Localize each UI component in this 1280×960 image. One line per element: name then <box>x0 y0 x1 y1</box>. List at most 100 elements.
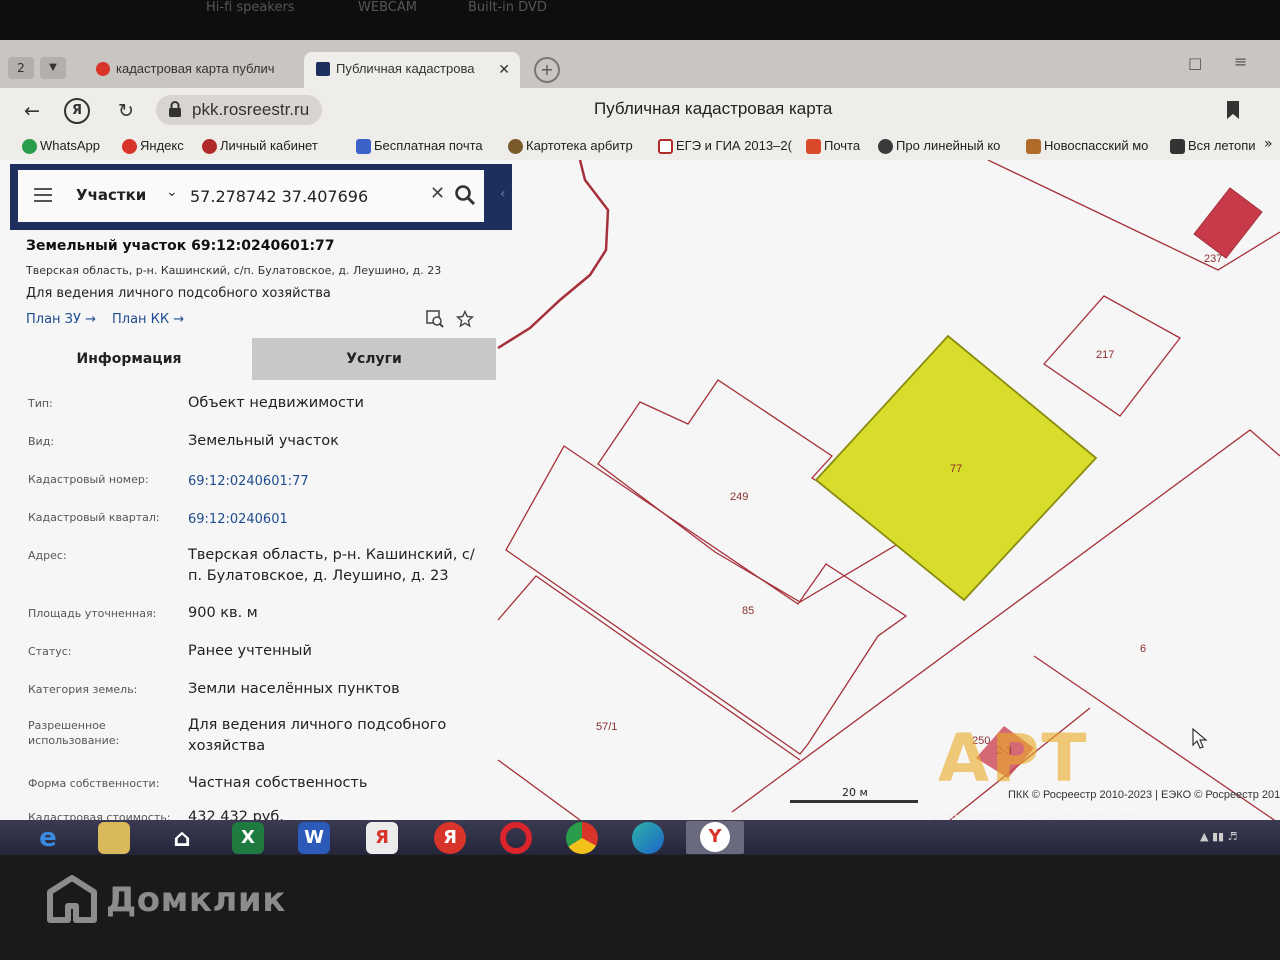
parcel-label: 6 <box>1140 643 1146 655</box>
bookmarks-bar: WhatsApp Яндекс Личный кабинет Бесплатна… <box>0 134 1280 160</box>
bookmark-kartoteka[interactable]: Картотека арбитр <box>506 138 633 154</box>
pkk-favicon-icon <box>316 62 330 76</box>
parcel-title: Земельный участок 69:12:0240601:77 <box>26 238 335 254</box>
osd-item: Hi-fi speakers <box>206 0 295 15</box>
search-input[interactable] <box>190 178 420 214</box>
watermark-logo: АРТ <box>938 720 1089 797</box>
parcel-label: 217 <box>1096 349 1114 361</box>
photo-frame: Hi-fi speakers WEBCAM Built-in DVD 2 ▼ к… <box>0 0 1280 960</box>
bookmark-whatsapp[interactable]: WhatsApp <box>20 138 100 154</box>
more-bookmarks-icon[interactable]: » <box>1264 136 1273 152</box>
close-icon[interactable]: ✕ <box>498 52 510 86</box>
row-value: Земли населённых пунктов <box>188 681 400 697</box>
tab-bar: 2 ▼ кадастровая карта публич Публичная к… <box>0 40 1280 88</box>
osd-item: WEBCAM <box>358 0 417 15</box>
tab-counter[interactable]: 2 <box>8 57 34 79</box>
search-box-inner: Участки ⌄ ✕ <box>18 170 484 222</box>
yandex-browser-task[interactable]: Y <box>686 821 744 854</box>
bookmark-novospassky[interactable]: Новоспасский мо <box>1024 138 1148 154</box>
cadastral-quarter-link[interactable]: 69:12:0240601 <box>188 509 488 530</box>
mail-icon <box>806 139 821 154</box>
star-icon[interactable] <box>456 310 474 328</box>
art-watermark: АРТ <box>930 720 1130 820</box>
tab-pkk[interactable]: Публичная кадастрова ✕ <box>304 52 520 88</box>
chrome-icon[interactable] <box>566 822 598 854</box>
opera-icon[interactable] <box>500 822 532 854</box>
scale-bar <box>790 800 918 803</box>
panel-tabs: Информация Услуги <box>6 338 496 380</box>
explorer-icon[interactable] <box>98 822 130 854</box>
plan-kk-link[interactable]: План КК → <box>112 312 184 327</box>
tab-label: кадастровая карта публич <box>116 61 275 76</box>
row-value: Ранее учтенный <box>188 643 312 659</box>
zoom-to-icon[interactable] <box>426 310 444 328</box>
row-label: Площадь уточненная: <box>28 607 157 620</box>
bookmark-mail-free[interactable]: Бесплатная почта <box>354 138 483 154</box>
watermark-subtitle: АГЕНТСТВО НЕДВИЖИМОСТИ АРТ <box>932 812 1135 820</box>
domclick-text: Домклик <box>106 880 286 920</box>
row-value: Объект недвижимости <box>188 395 364 411</box>
bookmark-letopis[interactable]: Вся летопи <box>1168 138 1256 154</box>
url-field[interactable]: pkk.rosreestr.ru <box>156 95 322 125</box>
row-value: Земельный участок <box>188 433 339 449</box>
collapse-panel-icon[interactable]: ‹ <box>500 186 506 202</box>
new-tab-button[interactable]: + <box>534 57 560 83</box>
parcel-label: 77 <box>950 463 962 475</box>
yandex-red-icon[interactable]: Я <box>434 822 466 854</box>
cabinet-icon <box>202 139 217 154</box>
bookmark-pochta[interactable]: Почта <box>804 138 860 154</box>
menu-icon[interactable]: ≡ <box>1234 52 1247 71</box>
parcel-label: 249 <box>730 491 748 503</box>
bookmark-icon[interactable] <box>1226 100 1240 120</box>
user-icon <box>878 139 893 154</box>
row-label: Кадастровый номер: <box>28 473 149 486</box>
scale-label: 20 м <box>842 786 868 799</box>
category-select[interactable]: Участки <box>76 186 146 204</box>
row-label: Форма собственности: <box>28 777 160 790</box>
yandex-home-icon[interactable]: Я <box>64 98 90 124</box>
mail-grid-icon <box>356 139 371 154</box>
tab-information[interactable]: Информация <box>6 338 252 380</box>
plan-zu-link[interactable]: План ЗУ → <box>26 312 96 327</box>
tab-services[interactable]: Услуги <box>252 338 496 380</box>
bookmark-cabinet[interactable]: Личный кабинет <box>200 138 318 154</box>
tab-label: Публичная кадастрова <box>336 61 475 76</box>
reload-icon[interactable]: ↻ <box>112 97 140 125</box>
ie-icon[interactable]: e <box>32 822 64 854</box>
chevron-down-icon[interactable]: ⌄ <box>166 184 178 200</box>
parcel-label: 57/1 <box>596 721 617 733</box>
cadastral-number-link[interactable]: 69:12:0240601:77 <box>188 471 488 492</box>
bookmark-ege[interactable]: ЕГЭ и ГИА 2013–2( <box>656 138 792 154</box>
info-panel: Земельный участок 69:12:0240601:77 Тверс… <box>6 230 496 820</box>
tab-collection-icon[interactable]: □ <box>1188 54 1202 72</box>
excel-icon[interactable]: X <box>232 822 264 854</box>
row-label: Кадастровый квартал: <box>28 511 160 524</box>
address-bar: ← Я ↻ pkk.rosreestr.ru Публичная кадастр… <box>0 88 1280 134</box>
row-value: Для ведения личного подсобного хозяйства <box>188 717 447 754</box>
row-label: Адрес: <box>28 549 67 562</box>
row-value: Тверская область, р-н. Кашинский, с/п. Б… <box>188 547 475 584</box>
bookmark-lineyny[interactable]: Про линейный ко <box>876 138 1000 154</box>
home-icon[interactable]: ⌂ <box>166 822 198 854</box>
yandex-browser-icon: Y <box>700 822 730 852</box>
hamburger-menu-icon[interactable] <box>34 188 52 204</box>
emblem-icon <box>508 139 523 154</box>
word-icon[interactable]: W <box>298 822 330 854</box>
yandex-icon[interactable]: Я <box>366 822 398 854</box>
search-box: Участки ⌄ ✕ ‹ <box>10 164 512 230</box>
edge-icon[interactable] <box>632 822 664 854</box>
back-arrow-icon[interactable]: ← <box>18 97 46 125</box>
row-label: Статус: <box>28 645 72 658</box>
whatsapp-icon <box>22 139 37 154</box>
tabs-dropdown-icon[interactable]: ▼ <box>40 57 66 79</box>
monitor-osd-strip: Hi-fi speakers WEBCAM Built-in DVD <box>0 0 1280 40</box>
page-title: Публичная кадастровая карта <box>594 99 833 118</box>
screen: 2 ▼ кадастровая карта публич Публичная к… <box>0 40 1280 855</box>
tab-kadastr-search[interactable]: кадастровая карта публич <box>84 52 298 88</box>
person-icon <box>1170 139 1185 154</box>
clear-icon[interactable]: ✕ <box>430 183 445 204</box>
row-label: Кадастровая стоимость: <box>28 811 171 820</box>
bookmark-yandex[interactable]: Яндекс <box>120 138 184 154</box>
search-icon[interactable] <box>454 184 476 206</box>
system-tray-icon[interactable]: ▲ ▮▮ ♬ <box>1200 830 1237 843</box>
